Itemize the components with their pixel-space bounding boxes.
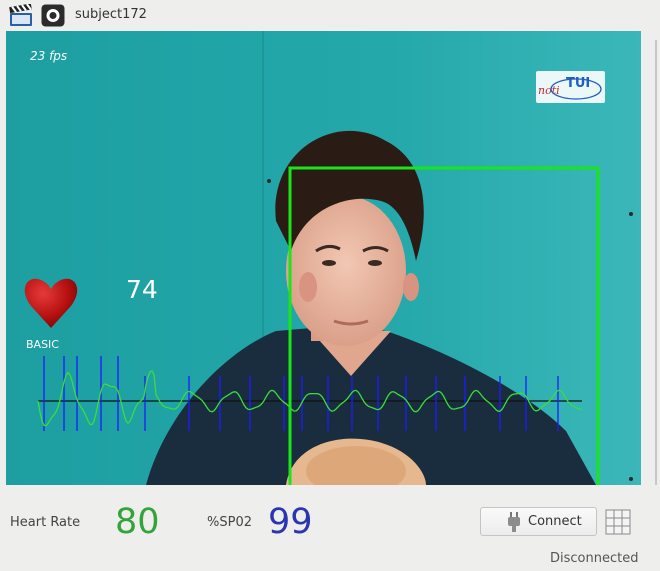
logo: noti TUI <box>536 71 605 103</box>
spo2-value: 99 <box>268 502 313 542</box>
toolbar: subject172 <box>0 0 660 31</box>
heart-rate-overlay: 74 <box>126 275 158 304</box>
connect-button[interactable]: Connect <box>480 507 597 536</box>
svg-text:TUI: TUI <box>566 76 590 91</box>
status-panel: Heart Rate 80 %SP02 99 Connect Disconnec… <box>0 485 660 571</box>
record-icon[interactable] <box>41 4 65 27</box>
connect-label: Connect <box>528 514 582 529</box>
plug-icon <box>508 512 520 532</box>
clapperboard-icon[interactable] <box>9 4 33 27</box>
waveform-label: BASIC <box>26 338 59 351</box>
connection-status: Disconnected <box>550 551 639 566</box>
fps-counter: 23 fps <box>30 49 68 63</box>
heart-rate-label: Heart Rate <box>10 515 81 530</box>
heart-rate-value: 80 <box>115 502 160 542</box>
camera-feed: noti TUI <box>6 31 641 485</box>
spo2-label: %SP02 <box>207 515 252 530</box>
grid-icon[interactable] <box>605 509 631 535</box>
window-title: subject172 <box>75 7 147 22</box>
